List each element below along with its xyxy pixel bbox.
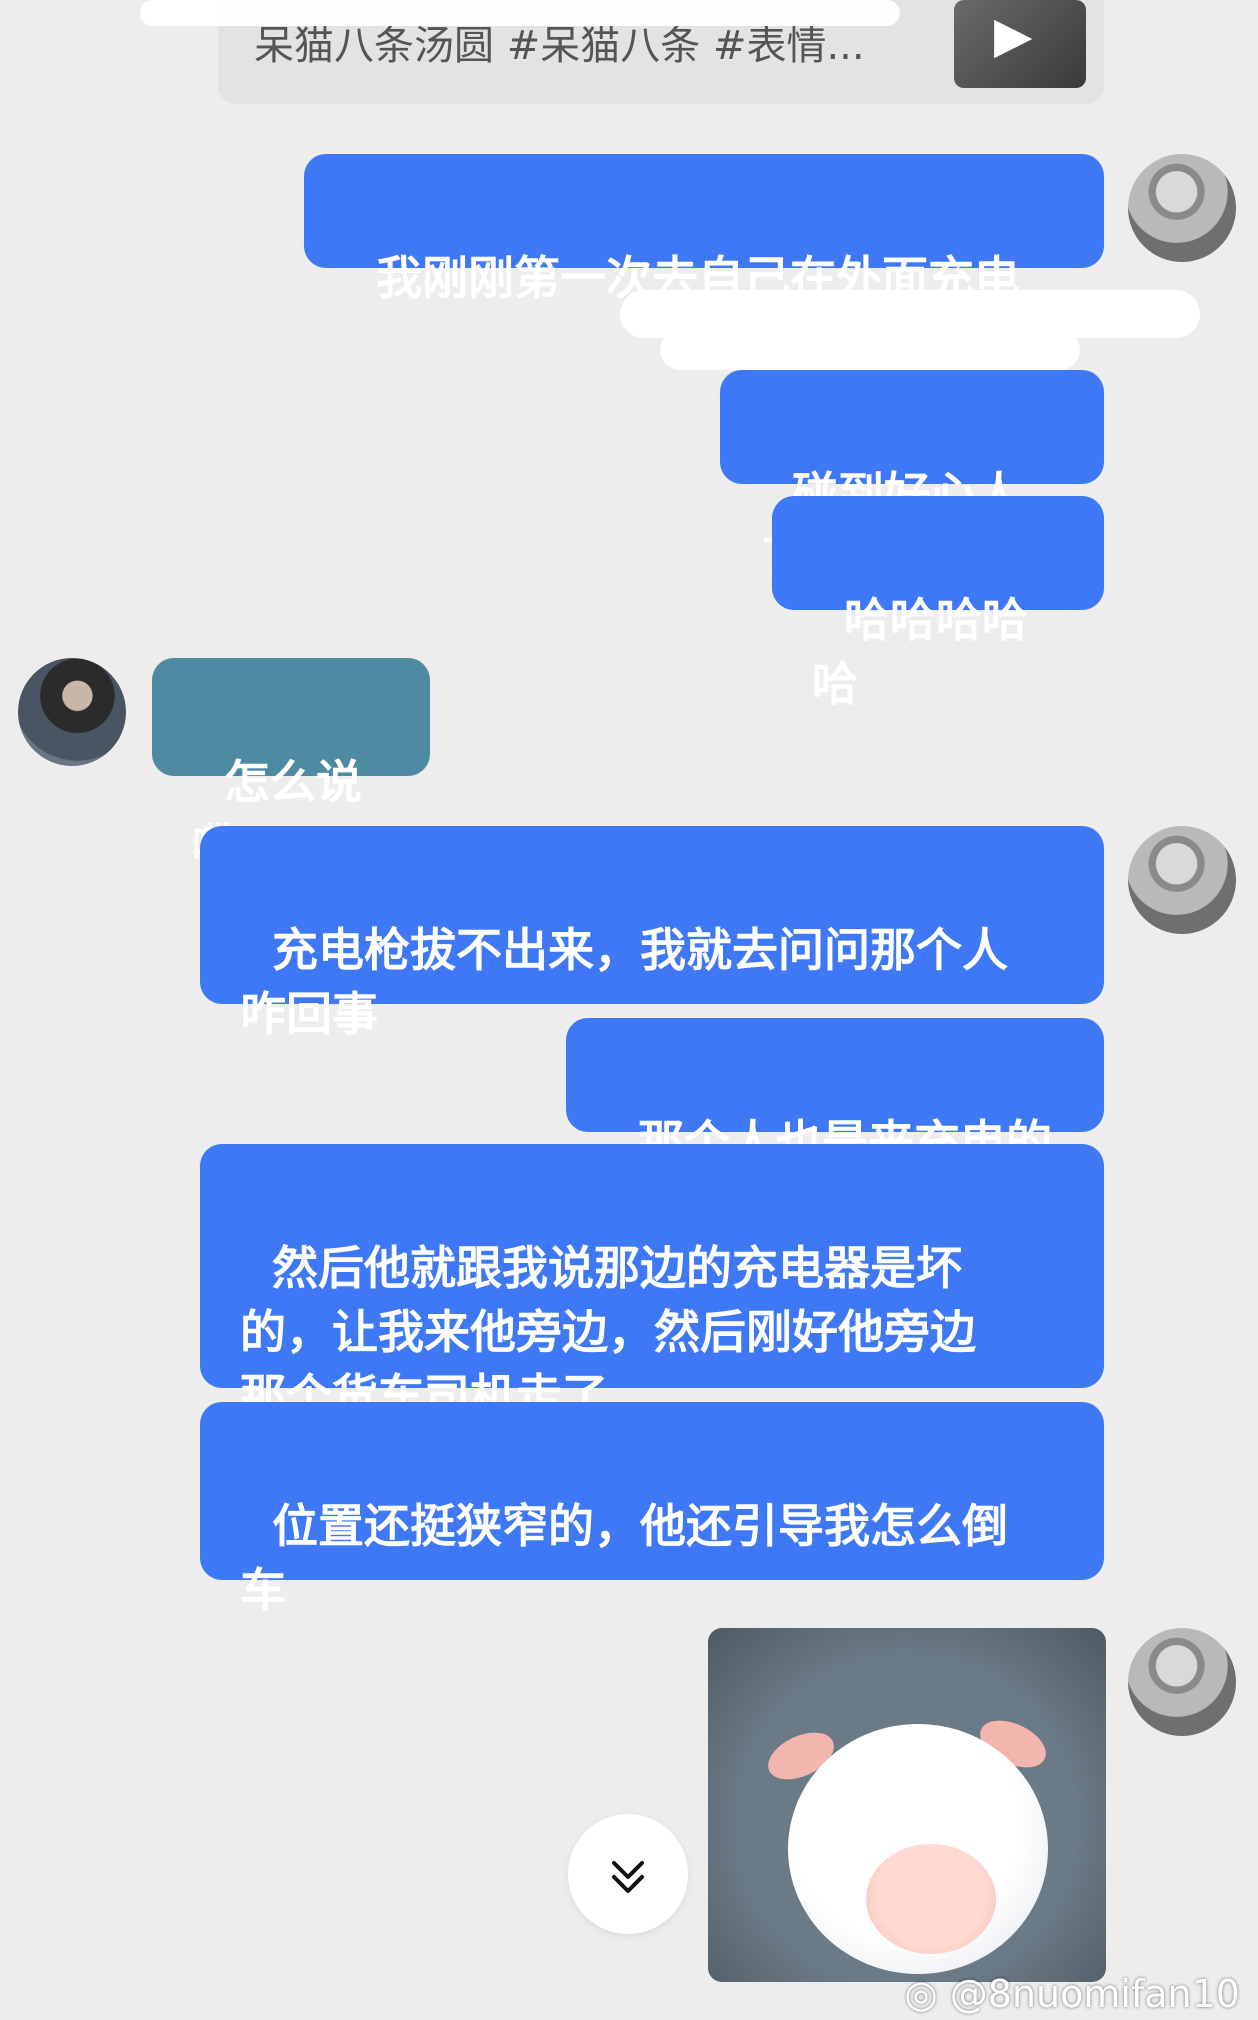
message-bubble-outgoing[interactable]: 那个人也是来充电的: [566, 1018, 1104, 1169]
message-bubble-outgoing[interactable]: 充电枪拔不出来，我就去问问那个人 咋回事: [200, 826, 1104, 1041]
watermark: ◎ @8nuomifan10: [904, 1972, 1240, 2016]
message-bubble-outgoing[interactable]: 哈哈哈哈哈: [772, 496, 1104, 711]
my-avatar[interactable]: [1128, 154, 1236, 262]
message-bubble-outgoing[interactable]: 我刚刚第一次去自己在外面充电: [304, 154, 1104, 305]
message-bubble-outgoing[interactable]: 然后他就跟我说那边的充电器是坏 的，让我来他旁边，然后刚好他旁边 那个货车司机走…: [200, 1144, 1104, 1423]
scroll-to-bottom-button[interactable]: [568, 1814, 688, 1934]
redaction-scribble: [140, 0, 900, 26]
play-icon: ▶: [994, 6, 1033, 64]
message-bubble-outgoing[interactable]: 碰到好心人了: [720, 370, 1104, 585]
redaction-scribble: [660, 330, 1080, 370]
message-text: 哈哈哈哈哈: [812, 593, 1029, 711]
watermark-text: @8nuomifan10: [949, 1972, 1240, 2016]
video-thumbnail[interactable]: ▶: [954, 0, 1086, 88]
sheep-face: [866, 1844, 996, 1954]
my-avatar[interactable]: [1128, 826, 1236, 934]
my-avatar[interactable]: [1128, 1628, 1236, 1736]
sheep-sticker-image[interactable]: [708, 1628, 1106, 1982]
chevron-double-down-icon: [604, 1842, 652, 1905]
message-bubble-outgoing[interactable]: 位置还挺狭窄的，他还引导我怎么倒 车: [200, 1402, 1104, 1617]
sheep-body: [788, 1724, 1048, 1974]
weibo-icon: ◎: [904, 1972, 950, 2016]
shared-video-title: 呆猫八条汤圆 #呆猫八条 #表情...: [254, 23, 865, 69]
message-text: 位置还挺狭窄的，他还引导我怎么倒 车: [240, 1499, 1009, 1617]
message-bubble-incoming[interactable]: 怎么说嘞: [152, 658, 430, 873]
message-text: 然后他就跟我说那边的充电器是坏 的，让我来他旁边，然后刚好他旁边 那个货车司机走…: [240, 1241, 976, 1423]
contact-avatar[interactable]: [18, 658, 126, 766]
